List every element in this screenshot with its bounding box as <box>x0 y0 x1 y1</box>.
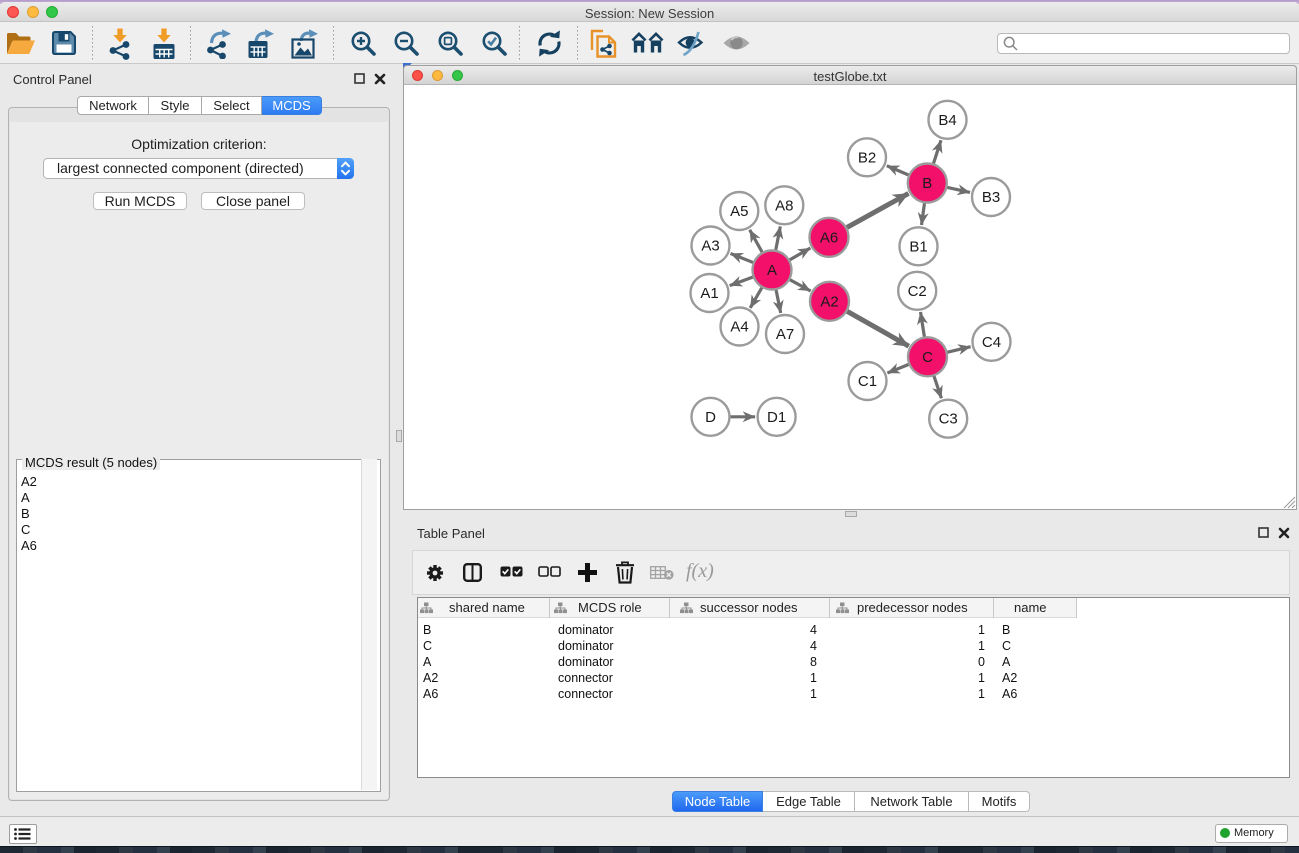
svg-text:C4: C4 <box>982 334 1001 351</box>
svg-text:A5: A5 <box>730 203 748 220</box>
svg-text:A3: A3 <box>701 238 719 255</box>
svg-text:C1: C1 <box>858 373 877 390</box>
svg-text:B: B <box>922 175 932 192</box>
svg-text:D1: D1 <box>767 409 786 426</box>
svg-text:D: D <box>705 409 716 426</box>
svg-text:B2: B2 <box>858 149 876 166</box>
svg-text:B3: B3 <box>982 189 1000 206</box>
svg-text:A7: A7 <box>776 326 794 343</box>
svg-text:C2: C2 <box>908 283 927 300</box>
svg-text:A2: A2 <box>820 293 838 310</box>
svg-text:A8: A8 <box>775 197 793 214</box>
svg-text:C: C <box>922 349 933 366</box>
svg-text:A6: A6 <box>820 229 838 246</box>
svg-text:A4: A4 <box>730 319 748 336</box>
svg-text:B1: B1 <box>909 238 927 255</box>
svg-text:C3: C3 <box>939 411 958 428</box>
svg-text:B4: B4 <box>938 112 956 129</box>
svg-text:A: A <box>767 262 777 279</box>
svg-text:A1: A1 <box>700 285 718 302</box>
